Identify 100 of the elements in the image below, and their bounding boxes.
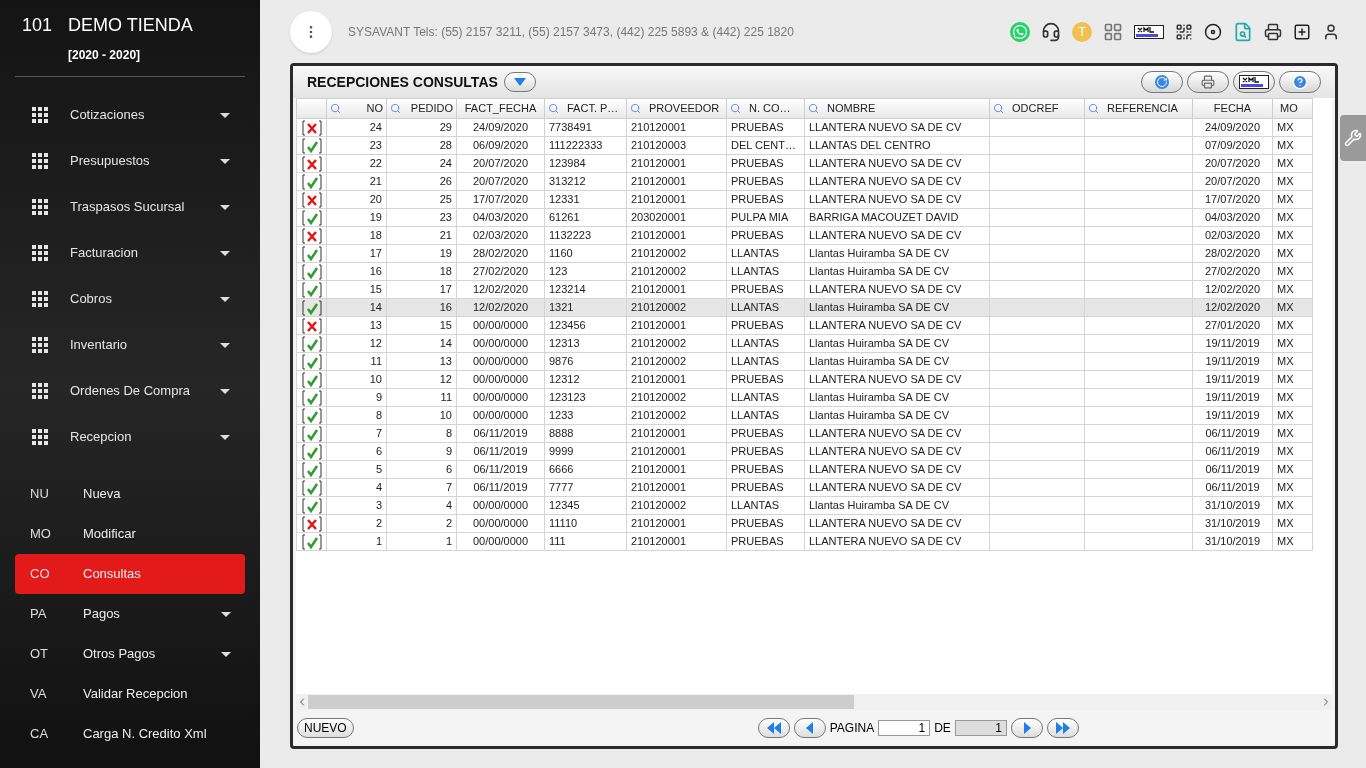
table-cell: LLANTAS	[731, 499, 780, 512]
search-icon[interactable]	[730, 103, 741, 114]
table-cell: PRUEBAS	[731, 517, 784, 530]
search-icon[interactable]	[330, 103, 341, 114]
column-header[interactable]: PROVEEDOR	[626, 98, 727, 119]
add-panel-icon[interactable]	[1293, 22, 1311, 41]
table-cell: 12/02/2020	[472, 301, 529, 314]
menu-item[interactable]: Inventario	[0, 322, 260, 368]
table-cell: 210120002	[631, 409, 687, 422]
scrollbar-thumb[interactable]	[308, 695, 855, 709]
page-label: PAGINA	[829, 720, 875, 737]
headset-icon[interactable]	[1041, 21, 1061, 42]
clipboard-search-icon[interactable]	[1233, 21, 1253, 42]
menu-item[interactable]: Facturacion	[0, 230, 260, 276]
table-cell: 06/11/2019	[473, 481, 528, 494]
table-cell: 1132223	[549, 229, 591, 242]
table-cell: 61261	[549, 211, 580, 224]
table-cell: MX	[1277, 427, 1294, 440]
new-button[interactable]: NUEVO	[297, 718, 354, 738]
menu-item[interactable]: Presupuestos	[0, 138, 260, 184]
table-cell: LLANTERA NUEVO SA DE CV	[809, 373, 962, 386]
table-cell: PRUEBAS	[731, 283, 784, 296]
search-icon[interactable]	[808, 103, 819, 114]
menu-item[interactable]: Cotizaciones	[0, 92, 260, 138]
search-icon[interactable]	[390, 103, 401, 114]
table-cell: 31/10/2019	[1204, 499, 1261, 512]
table-cell: 00/00/0000	[472, 517, 529, 530]
submenu-item[interactable]: NU Nueva	[15, 474, 245, 514]
column-header[interactable]: REFERENCIA	[1084, 98, 1193, 119]
table-cell: 210120003	[631, 139, 687, 152]
first-page-button[interactable]	[757, 718, 790, 738]
horizontal-scrollbar[interactable]	[296, 694, 1332, 710]
caret-icon	[220, 388, 230, 394]
table-cell: 1160	[549, 247, 573, 260]
search-icon[interactable]	[1088, 103, 1099, 114]
dropdown-button[interactable]	[503, 72, 536, 92]
column-header[interactable]: NO	[326, 98, 387, 119]
menu-item[interactable]: Recepcion	[0, 414, 260, 460]
column-header[interactable]: FACT_FECHA	[456, 98, 545, 119]
table-cell: 210120002	[631, 265, 687, 278]
menu-item[interactable]: Ordenes De Compra	[0, 368, 260, 414]
total-pages-field[interactable]: 1	[954, 720, 1007, 736]
last-page-button[interactable]	[1046, 718, 1079, 738]
user-icon[interactable]	[1322, 22, 1340, 41]
table-cell: 13	[369, 319, 382, 332]
table-cell: 02/03/2020	[472, 229, 529, 242]
column-header[interactable]: NOMBRE	[804, 98, 990, 119]
table-cell: 26	[439, 175, 452, 188]
grid-icon	[32, 245, 48, 261]
xml-button[interactable]	[1233, 71, 1275, 93]
table-cell: 06/09/2020	[472, 139, 529, 152]
xml-icon	[1134, 24, 1164, 39]
column-header[interactable]: PEDIDO	[386, 98, 457, 119]
table-cell: 18	[369, 229, 382, 242]
table-cell: 210120001	[631, 463, 687, 476]
table-cell: 11110	[549, 517, 578, 530]
column-header[interactable]: FACT. P…	[544, 98, 627, 119]
search-icon[interactable]	[993, 103, 1004, 114]
table-cell: 12/02/2020	[1204, 301, 1261, 314]
refresh-button[interactable]	[1141, 71, 1183, 93]
table-cell: MX	[1277, 337, 1294, 350]
submenu-item[interactable]: VA Validar Recepcion	[15, 674, 245, 714]
table-cell: 2	[445, 517, 452, 530]
next-page-button[interactable]	[1010, 718, 1043, 738]
print-button[interactable]	[1187, 71, 1229, 93]
table-cell: 123	[549, 265, 568, 278]
table-cell: 210120002	[631, 337, 687, 350]
submenu-item[interactable]: PA Pagos	[15, 594, 245, 634]
help-button[interactable]	[1279, 71, 1321, 93]
table-cell: 19	[439, 247, 452, 260]
column-header[interactable]: ODCREF	[989, 98, 1085, 119]
table-cell: 6666	[549, 463, 574, 476]
search-icon[interactable]	[630, 103, 641, 114]
table-cell: 25	[439, 193, 452, 206]
prev-page-button[interactable]	[793, 718, 826, 738]
printer-icon	[1201, 75, 1215, 89]
grid-icon[interactable]	[1103, 21, 1123, 42]
printer-icon[interactable]	[1264, 22, 1282, 41]
menu-item[interactable]: Cobros	[0, 276, 260, 322]
settings-tab[interactable]	[1340, 115, 1366, 161]
column-header[interactable]: FECHA	[1192, 98, 1273, 119]
table-cell: 00/00/0000	[472, 409, 529, 422]
table-cell: LLANTERA NUEVO SA DE CV	[809, 427, 962, 440]
table-cell: 27/01/2020	[1204, 319, 1261, 332]
column-header[interactable]: MO	[1272, 98, 1313, 119]
page-field[interactable]: 1	[878, 720, 931, 736]
qr-code-icon[interactable]	[1175, 22, 1193, 41]
table-cell: Llantas Huiramba SA DE CV	[809, 301, 949, 314]
table-cell: 210120001	[631, 517, 687, 530]
submenu-item[interactable]: MO Modificar	[15, 514, 245, 554]
column-header[interactable]: N. CO…	[726, 98, 805, 119]
search-icon[interactable]	[548, 103, 559, 114]
submenu-item[interactable]: CO Consultas	[15, 554, 245, 594]
submenu-item[interactable]: OT Otros Pagos	[15, 634, 245, 674]
table-cell: 18	[439, 265, 452, 278]
table-cell: 7738491	[549, 121, 592, 134]
menu-item[interactable]: Traspasos Sucursal	[0, 184, 260, 230]
submenu-item[interactable]: CA Carga N. Credito Xml	[15, 714, 245, 754]
table-cell: 21	[369, 175, 382, 188]
table-cell: LLANTERA NUEVO SA DE CV	[809, 445, 962, 458]
